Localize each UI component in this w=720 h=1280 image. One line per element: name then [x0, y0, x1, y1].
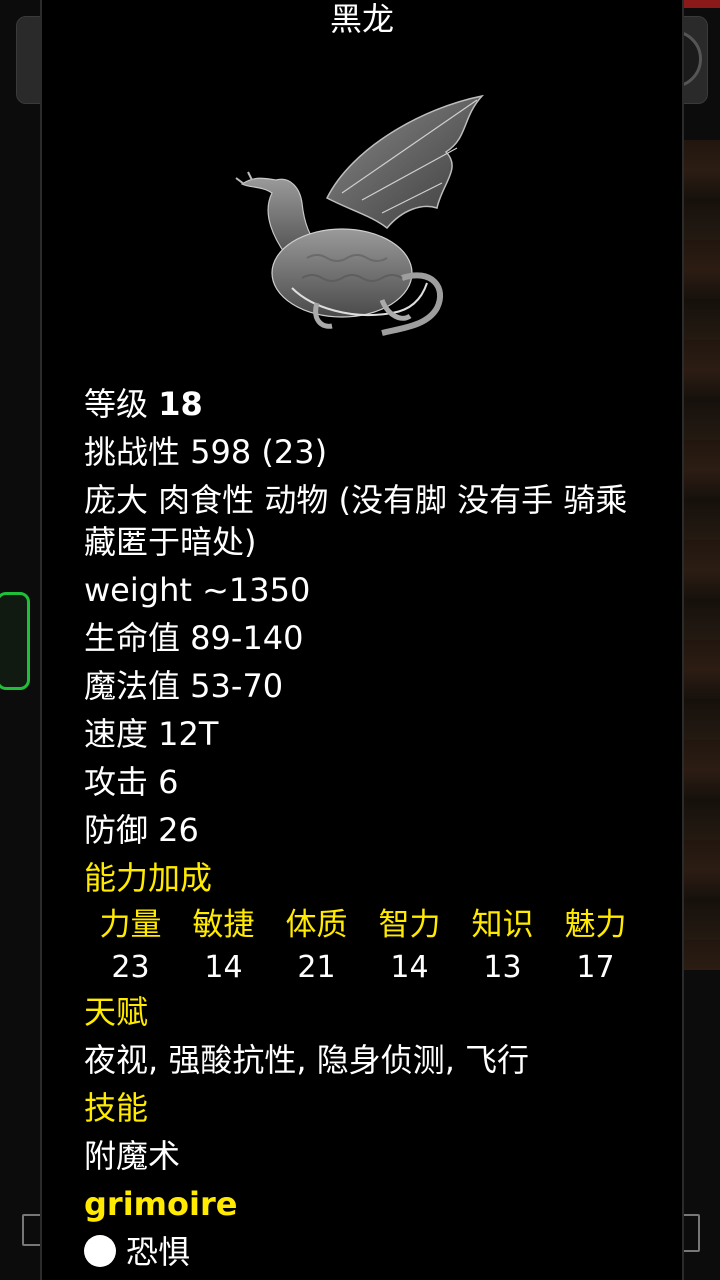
attribute-label: 力量 [99, 907, 162, 943]
attack-row: 攻击 6 [84, 763, 179, 801]
attributes-grid: 力量 23 敏捷 14 体质 21 智力 14 知识 13 魅力 17 [84, 902, 644, 988]
challenge-row: 挑战性 598 (23) [84, 433, 328, 471]
attribute-con: 体质 21 [270, 902, 363, 988]
monster-info-dialog: 黑龙 等级 18 挑战性 598 (23) 庞大 肉食性 动物 (没有脚 没有手… [40, 0, 684, 1280]
attribute-wis: 知识 13 [456, 902, 549, 988]
hp-row: 生命值 89-140 [84, 619, 304, 657]
background-red-mark [680, 0, 720, 8]
talents-header: 天赋 [84, 993, 149, 1031]
monster-name: 黑龙 [329, 0, 394, 38]
attribute-label: 知识 [471, 907, 534, 943]
talents-value: 夜视, 强酸抗性, 隐身侦测, 飞行 [84, 1041, 530, 1079]
attribute-value: 21 [297, 950, 336, 985]
attribute-int: 智力 14 [363, 902, 456, 988]
spell-label: 恐惧 [126, 1233, 191, 1271]
attributes-header: 能力加成 [84, 859, 213, 897]
attribute-str: 力量 23 [84, 902, 177, 988]
attribute-value: 23 [111, 950, 150, 985]
skills-header: 技能 [84, 1089, 149, 1127]
level-value: 18 [158, 385, 203, 423]
monster-info: 等级 18 挑战性 598 (23) 庞大 肉食性 动物 (没有脚 没有手 骑乘… [84, 380, 664, 1276]
defense-row: 防御 26 [84, 811, 199, 849]
attribute-value: 14 [390, 950, 429, 985]
mp-row: 魔法值 53-70 [84, 667, 284, 705]
attribute-cha: 魅力 17 [549, 902, 642, 988]
attribute-value: 13 [483, 950, 522, 985]
background-left-handle [0, 592, 30, 690]
skills-value: 附魔术 [84, 1137, 181, 1175]
speed-row: 速度 12T [84, 715, 219, 753]
level-label: 等级 [84, 385, 149, 423]
grimoire-header: grimoire [84, 1185, 238, 1223]
spell-item[interactable]: 恐惧 [84, 1228, 664, 1276]
background-map-strip [678, 140, 720, 970]
attribute-value: 14 [204, 950, 243, 985]
attribute-label: 体质 [285, 907, 348, 943]
black-dragon-image [235, 94, 485, 336]
weight-row: weight ~1350 [84, 571, 311, 609]
attribute-label: 敏捷 [192, 907, 255, 943]
attribute-label: 智力 [378, 907, 441, 943]
attribute-value: 17 [576, 950, 615, 985]
white-circle-icon [84, 1235, 116, 1267]
traits-row: 庞大 肉食性 动物 (没有脚 没有手 骑乘 藏匿于暗处) [84, 481, 628, 561]
attribute-label: 魅力 [564, 907, 627, 943]
attribute-dex: 敏捷 14 [177, 902, 270, 988]
level-row: 等级 18 [84, 380, 664, 428]
